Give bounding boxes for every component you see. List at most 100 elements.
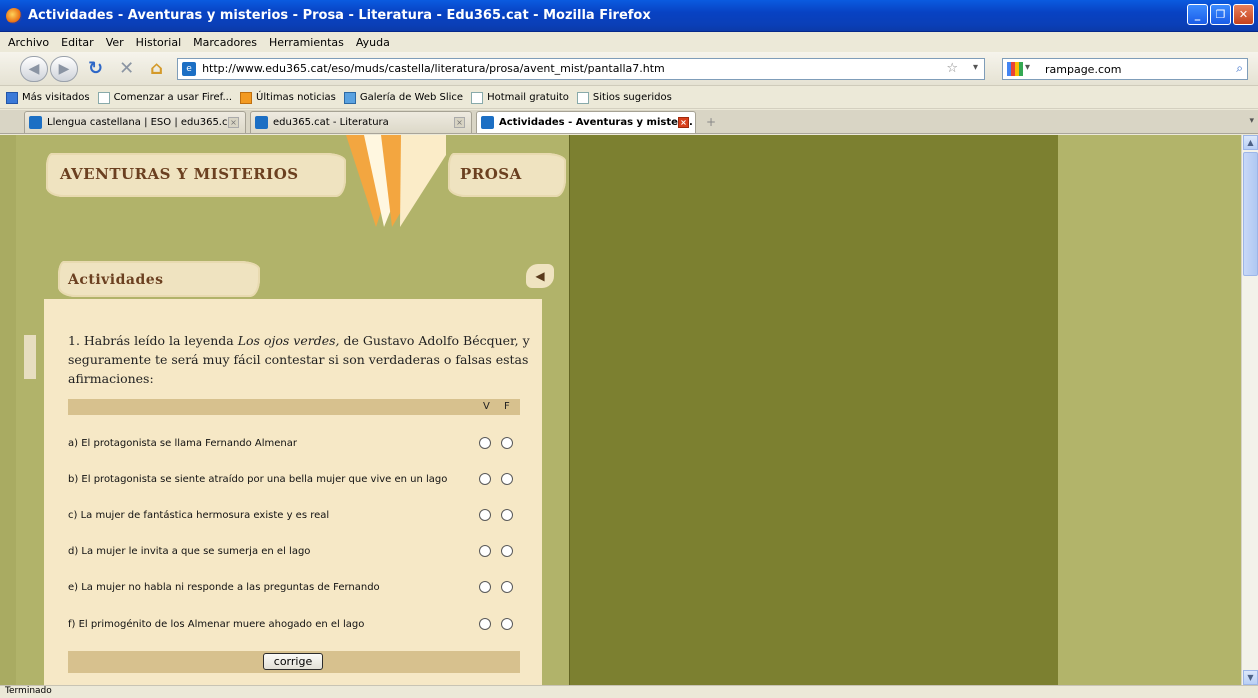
menu-editar[interactable]: Editar (61, 36, 94, 49)
scroll-thumb[interactable] (1243, 152, 1258, 276)
page-icon (576, 91, 589, 104)
statement-label: d) La mujer le invita a que se sumerja e… (68, 546, 311, 557)
menu-bar: Archivo Editar Ver Historial Marcadores … (0, 32, 1258, 52)
radio-false[interactable] (501, 473, 513, 485)
question-panel: 1. Habrás leído la leyenda Los ojos verd… (44, 299, 542, 685)
radio-true[interactable] (479, 473, 491, 485)
close-tab-icon[interactable]: × (678, 117, 689, 128)
bookmark-ultimas-noticias[interactable]: Últimas noticias (240, 91, 336, 104)
bookmark-folder-icon (6, 91, 18, 104)
page-viewport: AVENTURAS Y MISTERIOS PROSA Actividades … (0, 135, 1241, 685)
statement-row: d) La mujer le invita a que se sumerja e… (68, 543, 520, 563)
statement-row: c) La mujer de fantástica hermosura exis… (68, 507, 520, 527)
search-icon[interactable]: ⌕ (1236, 61, 1243, 76)
radio-true[interactable] (479, 545, 491, 557)
window-titlebar: Actividades - Aventuras y misterios - Pr… (0, 0, 1258, 32)
site-favicon-icon (29, 116, 42, 129)
empty-right-pane (1058, 135, 1241, 685)
site-favicon-icon (481, 116, 494, 129)
site-favicon-icon: e (182, 61, 197, 76)
home-icon[interactable]: ⌂ (150, 58, 163, 79)
statement-label: f) El primogénito de los Almenar muere a… (68, 619, 365, 630)
statement-label: e) La mujer no habla ni responde a las p… (68, 582, 380, 593)
scroll-down-icon[interactable]: ▼ (1243, 670, 1258, 685)
vertical-scrollbar[interactable]: ▲ ▼ (1241, 135, 1258, 685)
close-button[interactable]: ✕ (1233, 4, 1254, 25)
close-tab-icon[interactable]: × (454, 117, 465, 128)
bookmark-sitios-sugeridos[interactable]: Sitios sugeridos (576, 91, 672, 104)
answers-footer: corrige (68, 651, 520, 673)
column-true-label: V (483, 401, 490, 412)
page-icon (97, 91, 110, 104)
page-icon (471, 91, 484, 104)
firefox-icon (6, 7, 22, 24)
radio-false[interactable] (501, 545, 513, 557)
statement-label: c) La mujer de fantástica hermosura exis… (68, 510, 330, 521)
statement-label: b) El protagonista se siente atraído por… (68, 474, 448, 485)
bookmark-hotmail[interactable]: Hotmail gratuito (471, 91, 569, 104)
minimize-button[interactable]: _ (1187, 4, 1208, 25)
radio-true[interactable] (479, 509, 491, 521)
search-input[interactable]: ▾ rampage.com ⌕ (1002, 58, 1248, 80)
column-false-label: F (504, 401, 510, 412)
radio-true[interactable] (479, 581, 491, 593)
back-button[interactable]: ◀ (20, 55, 48, 82)
statement-row: f) El primogénito de los Almenar muere a… (68, 616, 520, 636)
web-slice-icon (343, 91, 356, 104)
menu-historial[interactable]: Historial (136, 36, 181, 49)
radio-false[interactable] (501, 581, 513, 593)
statement-label: a) El protagonista se llama Fernando Alm… (68, 438, 298, 449)
radio-true[interactable] (479, 437, 491, 449)
radio-false[interactable] (501, 437, 513, 449)
statement-row: a) El protagonista se llama Fernando Alm… (68, 435, 520, 455)
window-title: Actividades - Aventuras y misterios - Pr… (28, 8, 651, 23)
menu-archivo[interactable]: Archivo (8, 36, 49, 49)
back-arrow-button[interactable]: ◀ (526, 264, 554, 288)
radio-false[interactable] (501, 509, 513, 521)
activities-title: Actividades (68, 272, 164, 288)
new-tab-button[interactable]: + (700, 111, 722, 133)
radio-true[interactable] (479, 618, 491, 630)
subject-heading: PROSA (460, 165, 522, 183)
reload-icon[interactable]: ↻ (88, 58, 103, 79)
stop-icon[interactable]: ✕ (119, 58, 134, 79)
restore-button[interactable]: ❐ (1210, 4, 1231, 25)
list-all-tabs-icon[interactable]: ▾ (1249, 116, 1254, 126)
tab-literatura[interactable]: edu365.cat - Literatura × (250, 111, 472, 133)
answers-header: V F (68, 399, 520, 415)
url-dropdown-icon[interactable]: ▾ (973, 62, 978, 73)
menu-ver[interactable]: Ver (106, 36, 124, 49)
menu-herramientas[interactable]: Herramientas (269, 36, 344, 49)
bookmark-mas-visitados[interactable]: Más visitados (6, 91, 90, 104)
tab-strip: Llengua castellana | ESO | edu365.cat × … (0, 110, 1258, 134)
search-value: rampage.com (1045, 62, 1122, 76)
menu-marcadores[interactable]: Marcadores (193, 36, 257, 49)
side-marker (24, 335, 36, 379)
section-heading: AVENTURAS Y MISTERIOS (60, 165, 299, 183)
decorative-stripes (346, 135, 446, 227)
search-engine-dropdown-icon[interactable]: ▾ (1025, 62, 1030, 73)
bookmarks-toolbar: Más visitados Comenzar a usar Firef... Ú… (0, 87, 1258, 109)
navigation-toolbar: ◀ ▶ ↻ ✕ ⌂ e http://www.edu365.cat/eso/mu… (0, 52, 1258, 86)
tab-actividades[interactable]: Actividades - Aventuras y mister... × (476, 111, 696, 133)
url-text: http://www.edu365.cat/eso/muds/castella/… (202, 62, 665, 75)
rss-icon (240, 91, 253, 104)
status-bar: Terminado (0, 685, 1258, 698)
bookmark-comenzar[interactable]: Comenzar a usar Firef... (97, 91, 232, 104)
tab-llengua-castellana[interactable]: Llengua castellana | ESO | edu365.cat × (24, 111, 246, 133)
close-tab-icon[interactable]: × (228, 117, 239, 128)
bookmark-star-icon[interactable]: ☆ (946, 61, 958, 76)
statement-row: b) El protagonista se siente atraído por… (68, 471, 520, 491)
statement-row: e) La mujer no habla ni responde a las p… (68, 579, 520, 599)
corrige-button[interactable]: corrige (263, 653, 323, 670)
url-bar[interactable]: e http://www.edu365.cat/eso/muds/castell… (177, 57, 986, 80)
scroll-up-icon[interactable]: ▲ (1243, 135, 1258, 150)
empty-center-pane (569, 135, 1058, 685)
bookmark-galeria-web-slice[interactable]: Galería de Web Slice (343, 91, 463, 104)
question-text: 1. Habrás leído la leyenda Los ojos verd… (68, 333, 530, 386)
site-favicon-icon (255, 116, 268, 129)
forward-button[interactable]: ▶ (50, 55, 78, 82)
search-engine-icon[interactable] (1007, 62, 1023, 76)
menu-ayuda[interactable]: Ayuda (356, 36, 390, 49)
radio-false[interactable] (501, 618, 513, 630)
